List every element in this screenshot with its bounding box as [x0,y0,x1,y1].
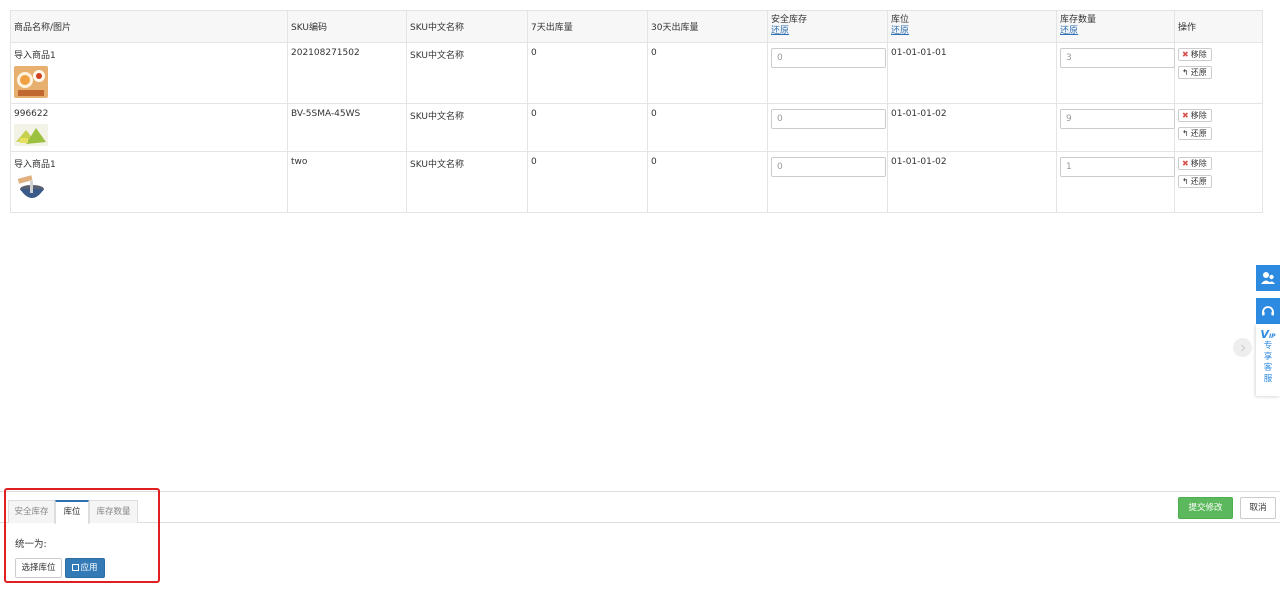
remove-button[interactable]: ✖ 移除 [1178,109,1212,122]
header-name: 商品名称/图片 [10,10,288,43]
headset-button[interactable] [1256,298,1280,324]
cell-qty [1056,103,1175,152]
remove-x-icon: ✖ [1182,111,1189,120]
next-nav-button[interactable] [1233,338,1252,357]
cell-sku-cn: SKU中文名称 [406,42,528,104]
cell-qty [1056,42,1175,104]
table-row: 996622 BV-5SMA-45WS SKU中文名称 0 0 01-01-01… [10,103,1263,152]
header-ops: 操作 [1174,10,1263,43]
cell-out30: 0 [647,151,768,213]
cell-ops: ✖ 移除 ↰ 还原 [1174,42,1263,104]
remove-button-label: 移除 [1190,50,1207,59]
undo-arrow-icon: ↰ [1182,177,1189,186]
restore-button-label: 还原 [1190,177,1207,186]
header-out30: 30天出库量 [647,10,768,43]
table-header-row: 商品名称/图片 SKU编码 SKU中文名称 7天出库量 30天出库量 安全库存 … [10,10,1263,43]
highlight-box [4,488,160,583]
safety-stock-input[interactable] [771,48,886,68]
cell-location: 01-01-01-01 [887,42,1057,104]
safety-stock-input[interactable] [771,157,886,177]
restore-button[interactable]: ↰ 还原 [1178,66,1212,79]
cell-qty [1056,151,1175,213]
cell-sku-code: two [287,151,407,213]
header-sku-code: SKU编码 [287,10,407,43]
restore-button-label: 还原 [1190,129,1207,138]
header-safety: 安全库存 还原 [767,10,888,43]
cell-out30: 0 [647,103,768,152]
tab-divider [0,522,1280,523]
cell-sku-code: 202108271502 [287,42,407,104]
vip-service-text: 专享客服 [1263,341,1273,384]
cell-out7: 0 [527,103,648,152]
product-image [14,175,48,207]
cell-safety [767,151,888,213]
cell-sku-cn: SKU中文名称 [406,151,528,213]
stock-qty-input[interactable] [1060,157,1175,177]
stock-qty-input[interactable] [1060,109,1175,129]
header-qty: 库存数量 还原 [1056,10,1175,43]
header-sku-cn: SKU中文名称 [406,10,528,43]
cell-name: 996622 [10,103,288,152]
cell-ops: ✖ 移除 ↰ 还原 [1174,151,1263,213]
table-row: 导入商品1 202108271502 SKU中文名称 0 0 01-01-01-… [10,42,1263,104]
stock-qty-input[interactable] [1060,48,1175,68]
cancel-button[interactable]: 取消 [1240,497,1276,519]
customer-service-icon [1261,272,1275,284]
safety-stock-input[interactable] [771,109,886,129]
cell-location: 01-01-01-02 [887,103,1057,152]
cell-safety [767,42,888,104]
undo-arrow-icon: ↰ [1182,129,1189,138]
product-name: 导入商品1 [14,160,56,170]
header-safety-label: 安全库存 [771,15,808,25]
product-name: 996622 [14,109,49,119]
remove-button[interactable]: ✖ 移除 [1178,48,1212,61]
remove-button[interactable]: ✖ 移除 [1178,157,1212,170]
remove-x-icon: ✖ [1182,50,1189,59]
restore-button-label: 还原 [1190,68,1207,77]
cell-sku-code: BV-5SMA-45WS [287,103,407,152]
product-image [14,66,48,98]
remove-button-label: 移除 [1190,159,1207,168]
vip-logo: VIP [1256,328,1280,341]
inventory-table: 商品名称/图片 SKU编码 SKU中文名称 7天出库量 30天出库量 安全库存 … [10,10,1263,213]
cell-safety [767,103,888,152]
restore-location-link[interactable]: 还原 [891,26,1053,37]
vip-sub: IP [1268,333,1276,340]
cell-out7: 0 [527,42,648,104]
restore-qty-link[interactable]: 还原 [1060,26,1171,37]
undo-arrow-icon: ↰ [1182,68,1189,77]
cell-out7: 0 [527,151,648,213]
vip-mark: V [1260,328,1269,341]
cell-ops: ✖ 移除 ↰ 还原 [1174,103,1263,152]
cell-name: 导入商品1 [10,42,288,104]
chevron-right-icon [1240,344,1245,351]
product-name: 导入商品1 [14,51,56,61]
restore-safety-link[interactable]: 还原 [771,26,884,37]
header-location: 库位 还原 [887,10,1057,43]
product-image [14,124,48,146]
cell-out30: 0 [647,42,768,104]
submit-changes-button[interactable]: 提交修改 [1178,497,1233,519]
remove-x-icon: ✖ [1182,159,1189,168]
vip-service-widget[interactable]: VIP 专享客服 [1256,324,1280,396]
restore-button[interactable]: ↰ 还原 [1178,127,1212,140]
cell-location: 01-01-01-02 [887,151,1057,213]
header-qty-label: 库存数量 [1060,15,1097,25]
headset-icon [1262,306,1274,316]
cell-name: 导入商品1 [10,151,288,213]
customer-service-button[interactable] [1256,265,1280,291]
cell-sku-cn: SKU中文名称 [406,103,528,152]
header-out7: 7天出库量 [527,10,648,43]
bottom-divider [0,491,1280,492]
table-row: 导入商品1 two SKU中文名称 0 0 01-01-01-02 [10,151,1263,213]
remove-button-label: 移除 [1190,111,1207,120]
restore-button[interactable]: ↰ 还原 [1178,175,1212,188]
header-location-label: 库位 [891,15,910,25]
